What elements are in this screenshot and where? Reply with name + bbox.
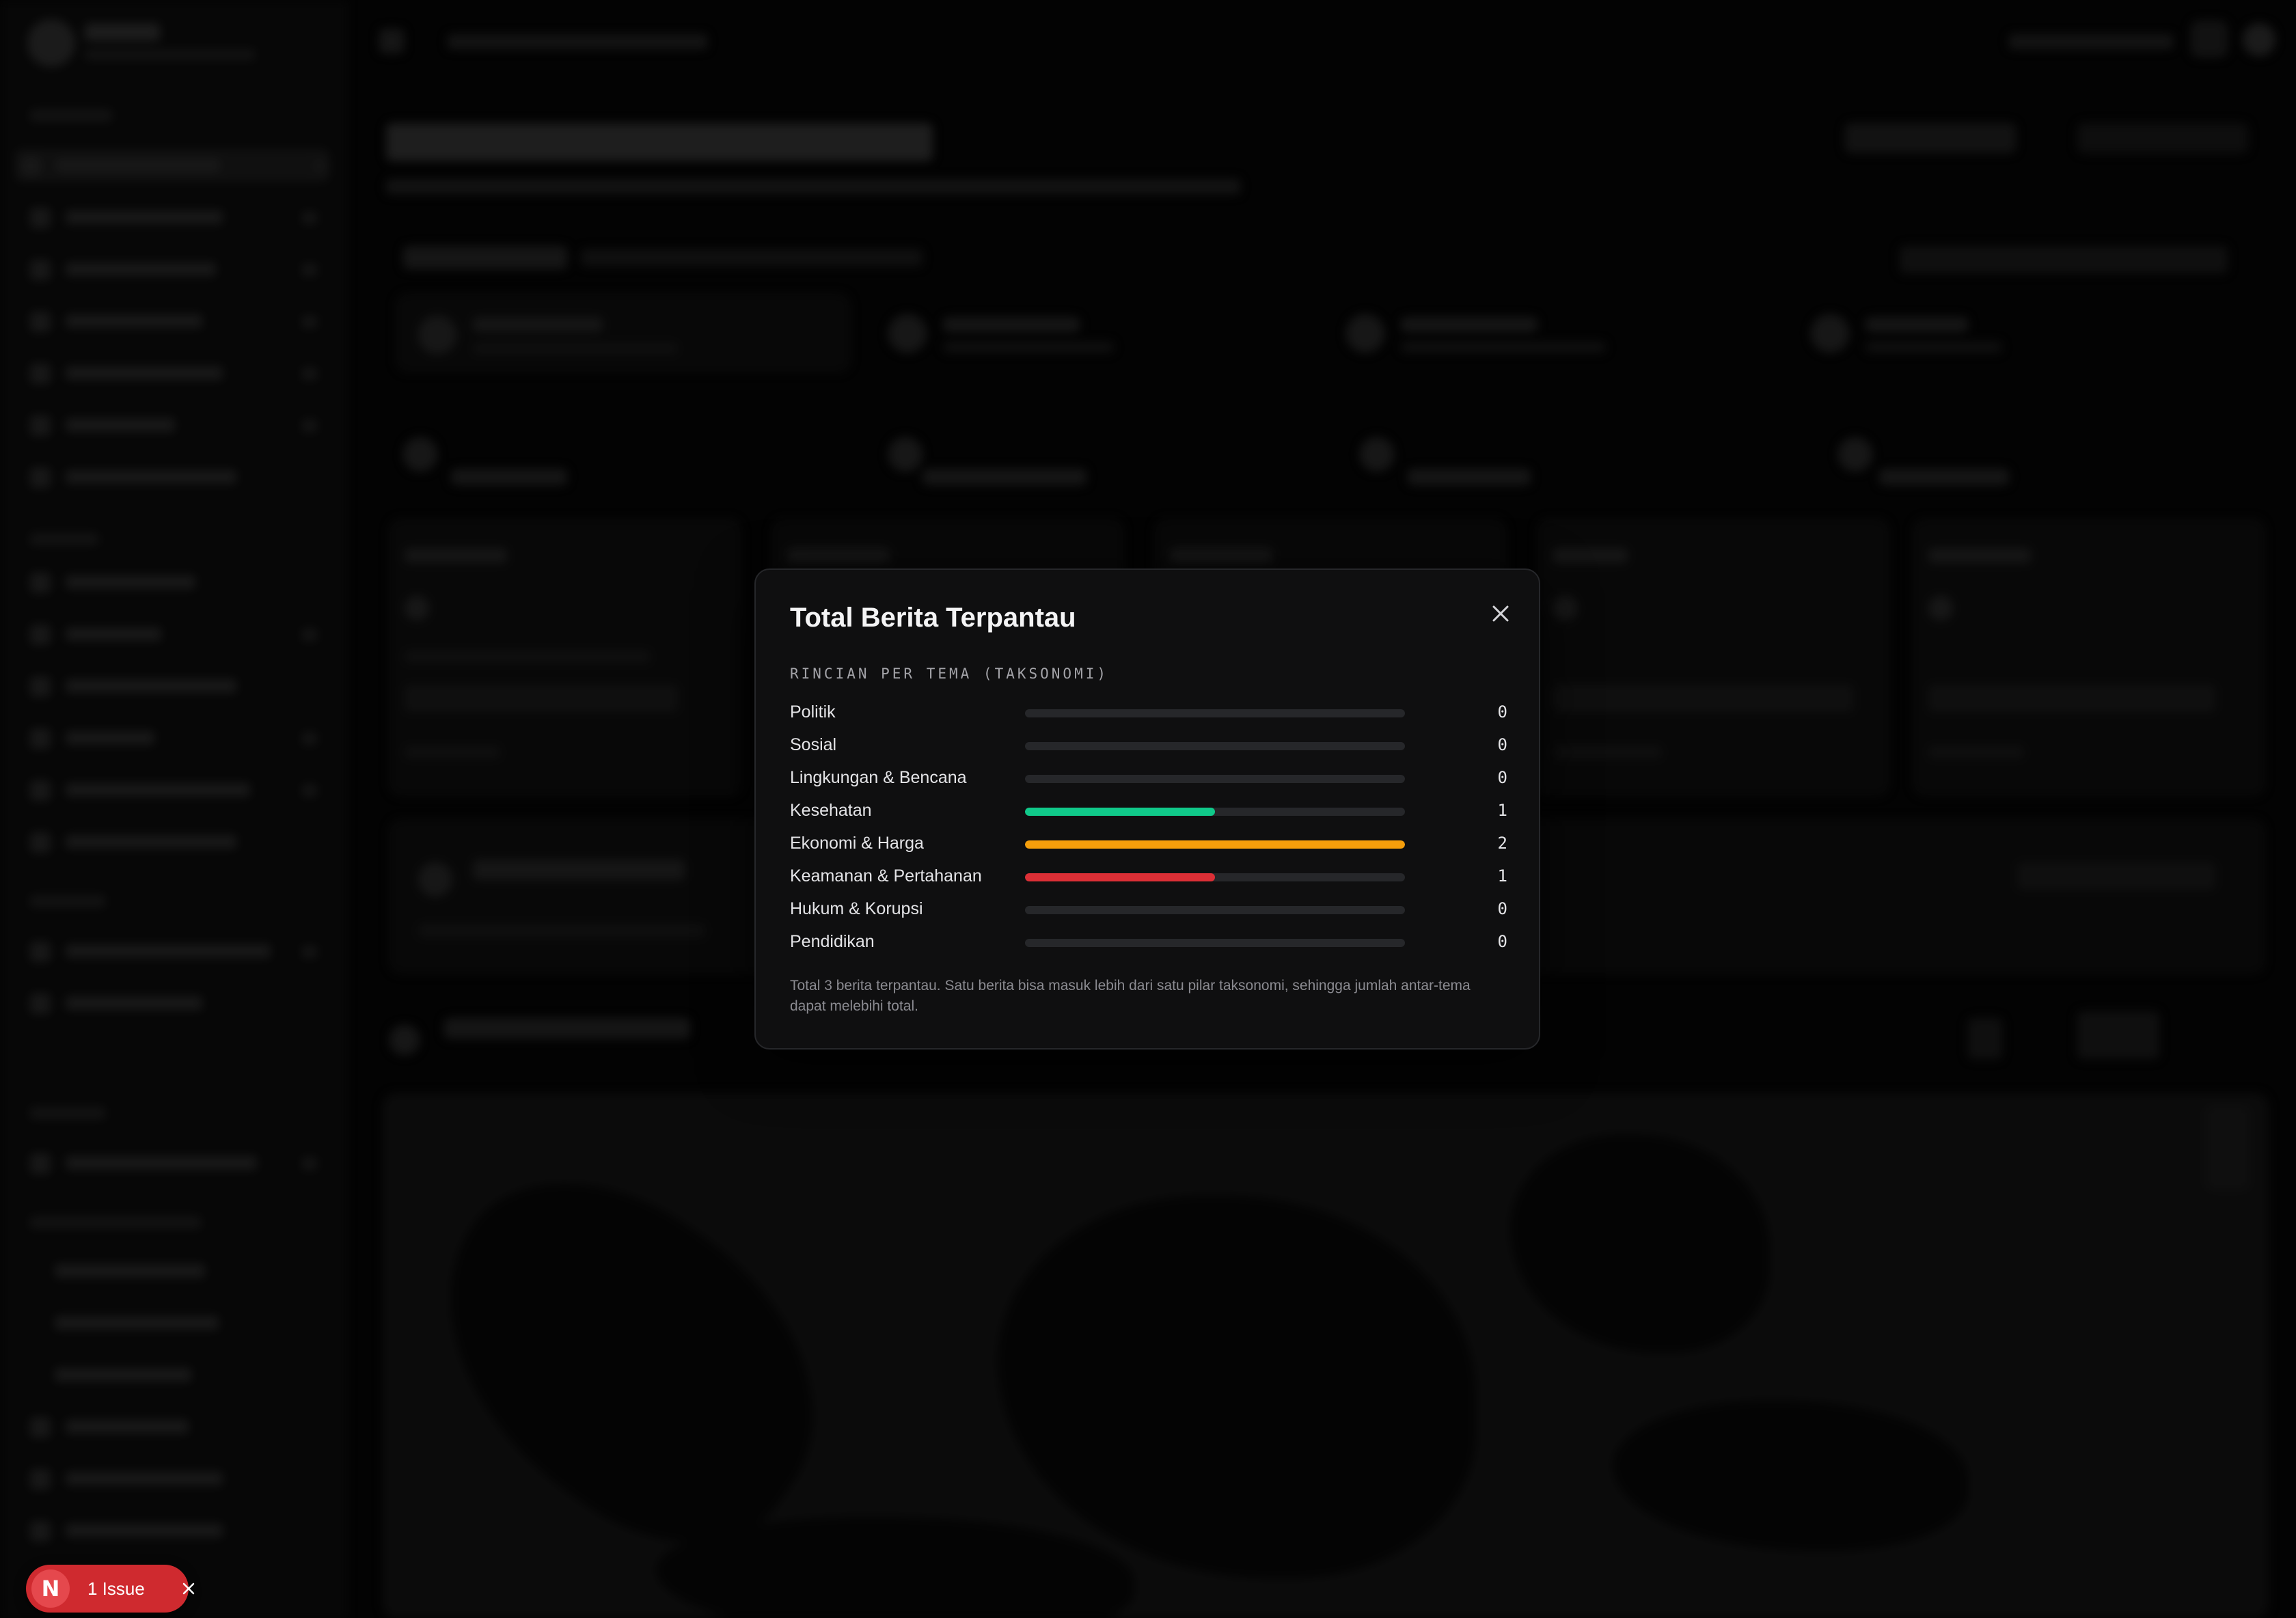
theme-bar-fill	[1025, 840, 1405, 849]
theme-label: Hukum & Korupsi	[790, 899, 923, 918]
dismiss-issue-button[interactable]	[178, 1578, 200, 1600]
theme-row: Keamanan & Pertahanan 1	[790, 861, 1507, 894]
theme-bar-track	[1025, 808, 1405, 816]
modal-footnote: Total 3 berita terpantau. Satu berita bi…	[790, 978, 1471, 1014]
theme-label: Sosial	[790, 735, 837, 754]
theme-row: Kesehatan 1	[790, 795, 1507, 828]
theme-bar-track	[1025, 742, 1405, 750]
theme-label: Keamanan & Pertahanan	[790, 866, 982, 886]
theme-bar-track	[1025, 906, 1405, 914]
theme-row: Pendidikan 0	[790, 927, 1507, 959]
total-news-modal: Total Berita Terpantau RINCIAN PER TEMA …	[754, 568, 1540, 1050]
theme-label: Kesehatan	[790, 801, 872, 820]
theme-count: 0	[1497, 899, 1507, 918]
issue-badge[interactable]: N 1 Issue	[26, 1565, 195, 1613]
theme-bar-track	[1025, 939, 1405, 947]
close-icon	[182, 1582, 195, 1595]
theme-bar-fill	[1025, 808, 1215, 816]
theme-row: Politik 0	[790, 697, 1507, 730]
theme-bar-track	[1025, 873, 1405, 881]
theme-bar-track	[1025, 775, 1405, 783]
theme-row: Hukum & Korupsi 0	[790, 894, 1507, 927]
theme-row: Ekonomi & Harga 2	[790, 828, 1507, 861]
theme-label: Lingkungan & Bencana	[790, 768, 967, 787]
theme-count: 0	[1497, 702, 1507, 722]
theme-label: Pendidikan	[790, 932, 875, 951]
theme-row: Lingkungan & Bencana 0	[790, 763, 1507, 795]
close-icon	[1492, 605, 1509, 622]
modal-title: Total Berita Terpantau	[790, 603, 1076, 633]
theme-count: 1	[1497, 801, 1507, 820]
section-label: RINCIAN PER TEMA (TAKSONOMI)	[790, 666, 1109, 682]
issue-count-label[interactable]: 1 Issue	[87, 1578, 145, 1600]
theme-count: 1	[1497, 866, 1507, 886]
theme-bar-fill	[1025, 873, 1215, 881]
theme-row: Sosial 0	[790, 730, 1507, 763]
theme-count: 0	[1497, 735, 1507, 754]
close-button[interactable]	[1480, 593, 1521, 634]
app: Total Berita Terpantau RINCIAN PER TEMA …	[0, 0, 2296, 1618]
theme-count: 0	[1497, 768, 1507, 787]
theme-label: Ekonomi & Harga	[790, 834, 924, 853]
nextjs-logo-icon: N	[31, 1569, 70, 1608]
theme-breakdown-list: Politik 0 Sosial 0 Lingkungan & Bencana …	[790, 697, 1507, 959]
theme-label: Politik	[790, 702, 836, 722]
theme-count: 2	[1497, 834, 1507, 853]
theme-bar-track	[1025, 840, 1405, 849]
theme-bar-track	[1025, 709, 1405, 717]
theme-count: 0	[1497, 932, 1507, 951]
